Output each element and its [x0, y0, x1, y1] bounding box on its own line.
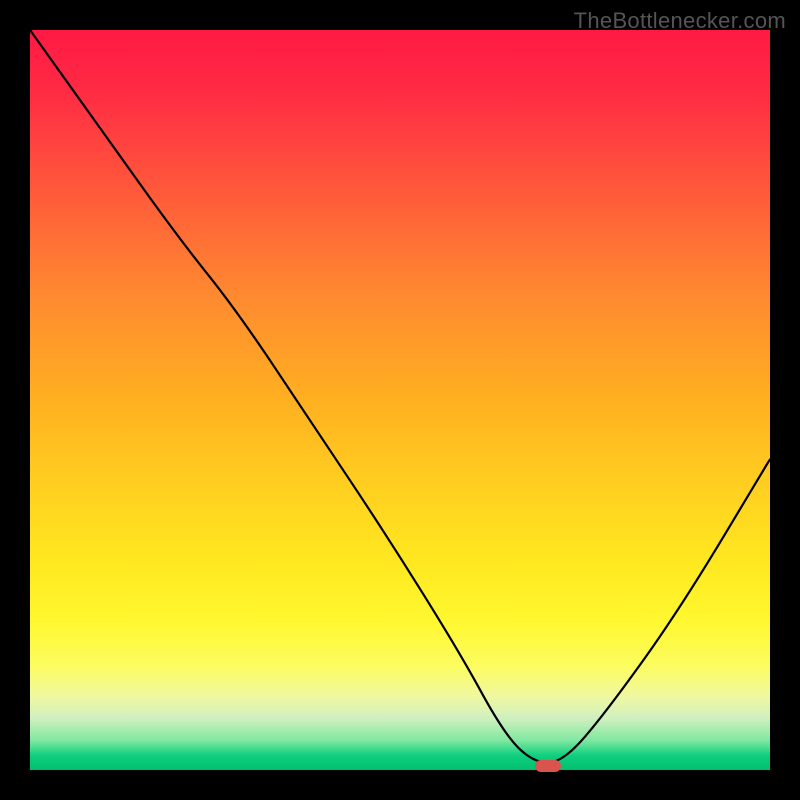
bottleneck-curve: [30, 30, 770, 770]
watermark-text: TheBottlenecker.com: [574, 8, 786, 34]
optimal-point-marker: [535, 760, 561, 772]
